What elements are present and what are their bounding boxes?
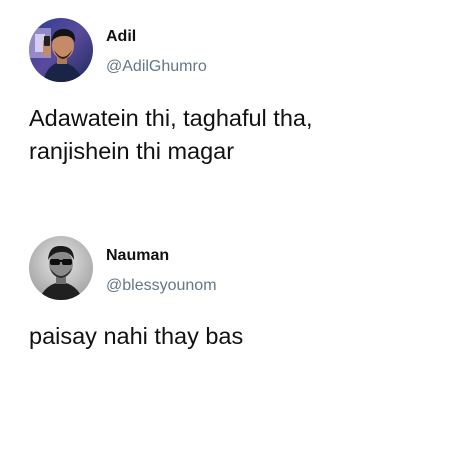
user-photo-avatar-icon [29,236,93,300]
tweet-text-line: Adawatein thi, taghaful tha, [29,105,313,131]
author-handle[interactable]: @AdilGhumro [106,58,207,76]
tweet-text-line: paisay nahi thay bas [29,323,244,349]
user-photo-avatar-icon [29,18,93,82]
author-name[interactable]: Adil [106,28,136,46]
author-handle[interactable]: @blessyounom [106,277,217,295]
tweet-text: paisay nahi thay bas [29,320,429,353]
tweet-text-line: ranjishein thi magar [29,138,235,164]
avatar-nauman[interactable] [29,236,93,300]
tweet-text: Adawatein thi, taghaful tha, ranjishein … [29,102,429,168]
author-name[interactable]: Nauman [106,247,169,265]
avatar-adil[interactable] [29,18,93,82]
